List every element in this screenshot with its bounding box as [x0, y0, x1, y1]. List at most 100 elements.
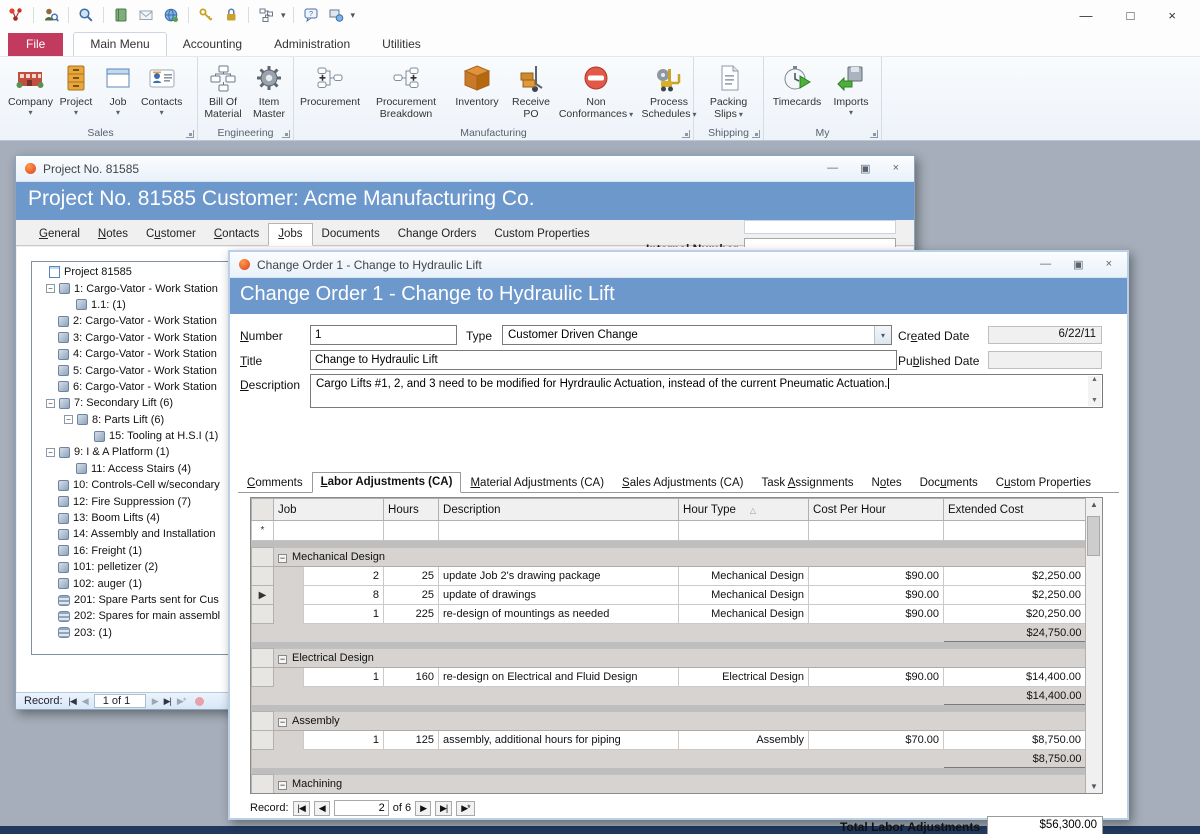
tree-item[interactable]: 2: Cargo-Vator - Work Station [32, 313, 231, 329]
nav-prev-button[interactable]: ◀ [82, 696, 88, 707]
tree-item[interactable]: 1.1: (1) [32, 297, 231, 313]
non-conformances-button[interactable]: Non Conformances▾ [556, 59, 636, 123]
journal-icon[interactable] [111, 5, 131, 25]
imports-button[interactable]: Imports▾ [828, 59, 874, 120]
column-header-hour-type[interactable]: Hour Type△ [679, 499, 809, 521]
minimize-button[interactable]: — [1080, 8, 1093, 23]
filter-icon[interactable] [195, 697, 204, 706]
nav-last-button[interactable]: ▶| [164, 696, 171, 707]
project-window-titlebar[interactable]: Project No. 81585 — ▣ × [16, 156, 914, 182]
tree-item[interactable]: 15: Tooling at H.S.I (1) [32, 428, 231, 444]
group-header-row[interactable]: −Electrical Design [252, 649, 1086, 668]
tree-item[interactable]: 101: pelletizer (2) [32, 559, 231, 575]
minimize-button[interactable]: — [1040, 258, 1051, 271]
column-header-description[interactable]: Description [439, 499, 679, 521]
grid-row[interactable]: 1160re-design on Electrical and Fluid De… [252, 668, 1086, 687]
tree-item[interactable]: 6: Cargo-Vator - Work Station [32, 379, 231, 395]
column-header-extended-cost[interactable]: Extended Cost [944, 499, 1086, 521]
row-selector[interactable] [252, 668, 274, 687]
tab-material-adjustments[interactable]: Material Adjustments (CA) [461, 473, 613, 493]
collapse-toggle-icon[interactable]: − [46, 399, 55, 408]
grid-row[interactable]: 1225re-design of mountings as neededMech… [252, 605, 1086, 624]
tab-sales-adjustments[interactable]: Sales Adjustments (CA) [613, 473, 752, 493]
tab-custom-properties[interactable]: Custom Properties [485, 224, 598, 246]
workflow-icon[interactable] [256, 5, 276, 25]
tree-item[interactable]: 12: Fire Suppression (7) [32, 493, 231, 509]
nav-first-button[interactable]: |◀ [69, 696, 76, 707]
nav-new-button[interactable]: ▶* [456, 801, 474, 816]
collapse-toggle-icon[interactable]: − [64, 415, 73, 424]
number-input[interactable] [310, 325, 457, 345]
column-header-hours[interactable]: Hours [384, 499, 439, 521]
group-header-row[interactable]: −Assembly [252, 712, 1086, 731]
tree-item[interactable]: 5: Cargo-Vator - Work Station [32, 362, 231, 378]
dialog-launcher-icon[interactable] [282, 130, 290, 138]
collapse-group-icon[interactable]: − [278, 781, 287, 790]
help-icon[interactable]: ? [301, 5, 321, 25]
mail-icon[interactable] [136, 5, 156, 25]
tab-custom-properties[interactable]: Custom Properties [987, 473, 1100, 493]
scroll-up-icon[interactable]: ▲ [1090, 500, 1098, 509]
group-header-row[interactable]: −Mechanical Design [252, 548, 1086, 567]
close-button[interactable]: × [1168, 8, 1176, 23]
tree-item[interactable]: 14: Assembly and Installation [32, 526, 231, 542]
select-all-cell[interactable] [252, 499, 274, 521]
record-number-input[interactable] [334, 800, 389, 816]
tree-item[interactable]: Project 81585 [32, 264, 231, 280]
tab-comments[interactable]: Comments [238, 473, 312, 493]
project-field-partial[interactable] [744, 220, 896, 234]
workflow-dropdown-icon[interactable]: ▾ [281, 10, 286, 21]
scrollbar-thumb[interactable] [1087, 516, 1100, 556]
tree-item[interactable]: 3: Cargo-Vator - Work Station [32, 330, 231, 346]
current-row-icon[interactable]: ▶ [252, 586, 274, 605]
type-combobox[interactable]: Customer Driven Change ▾ [502, 325, 892, 345]
dialog-launcher-icon[interactable] [186, 130, 194, 138]
grid-row[interactable]: 1125assembly, additional hours for pipin… [252, 731, 1086, 750]
search-icon[interactable] [76, 5, 96, 25]
tab-notes[interactable]: Notes [89, 224, 137, 246]
close-button[interactable]: × [893, 162, 899, 175]
security-icon[interactable] [221, 5, 241, 25]
new-row-icon[interactable]: * [252, 521, 274, 541]
packing-slips-button[interactable]: Packing Slips▾ [696, 59, 761, 123]
tab-jobs[interactable]: Jobs [268, 223, 312, 246]
user-directory-search-icon[interactable] [41, 5, 61, 25]
tree-item[interactable]: −7: Secondary Lift (6) [32, 395, 231, 411]
tab-labor-adjustments[interactable]: Labor Adjustments (CA) [312, 472, 462, 493]
tab-documents[interactable]: Documents [313, 224, 389, 246]
row-selector[interactable] [252, 731, 274, 750]
change-order-titlebar[interactable]: Change Order 1 - Change to Hydraulic Lif… [230, 252, 1127, 278]
scroll-down-icon[interactable]: ▼ [1090, 782, 1098, 791]
title-input[interactable] [310, 350, 897, 370]
tree-item[interactable]: 13: Boom Lifts (4) [32, 510, 231, 526]
tab-customer[interactable]: Customer [137, 224, 205, 246]
procurement-breakdown-button[interactable]: Procurement Breakdown [364, 59, 448, 123]
tab-notes[interactable]: Notes [863, 473, 911, 493]
tab-change-orders[interactable]: Change Orders [389, 224, 486, 246]
collapse-toggle-icon[interactable]: − [46, 284, 55, 293]
dialog-launcher-icon[interactable] [870, 130, 878, 138]
column-header-job[interactable]: Job [274, 499, 384, 521]
collapse-group-icon[interactable]: − [278, 554, 287, 563]
item-master-button[interactable]: Item Master [246, 59, 292, 123]
inventory-button[interactable]: Inventory [448, 59, 506, 111]
tree-item[interactable]: −8: Parts Lift (6) [32, 412, 231, 428]
tree-item[interactable]: 202: Spares for main assembl [32, 608, 231, 624]
nav-next-button[interactable]: ▶ [152, 696, 158, 707]
tree-item[interactable]: 10: Controls-Cell w/secondary [32, 477, 231, 493]
tab-task-assignments[interactable]: Task Assignments [752, 473, 862, 493]
scroll-up-icon[interactable]: ▲ [1091, 376, 1098, 385]
tab-administration[interactable]: Administration [258, 33, 366, 56]
dialog-launcher-icon[interactable] [752, 130, 760, 138]
tab-main-menu[interactable]: Main Menu [73, 32, 166, 56]
row-selector[interactable] [252, 567, 274, 586]
tab-contacts[interactable]: Contacts [205, 224, 268, 246]
row-selector[interactable] [252, 794, 274, 795]
tab-accounting[interactable]: Accounting [167, 33, 258, 56]
bill-of-material-button[interactable]: Bill Of Material [200, 59, 246, 123]
column-header-cost-per-hour[interactable]: Cost Per Hour [809, 499, 944, 521]
nav-next-button[interactable]: ▶ [415, 801, 431, 816]
tab-utilities[interactable]: Utilities [366, 33, 437, 56]
timecards-button[interactable]: Timecards [766, 59, 828, 111]
tree-item[interactable]: 11: Access Stairs (4) [32, 461, 231, 477]
